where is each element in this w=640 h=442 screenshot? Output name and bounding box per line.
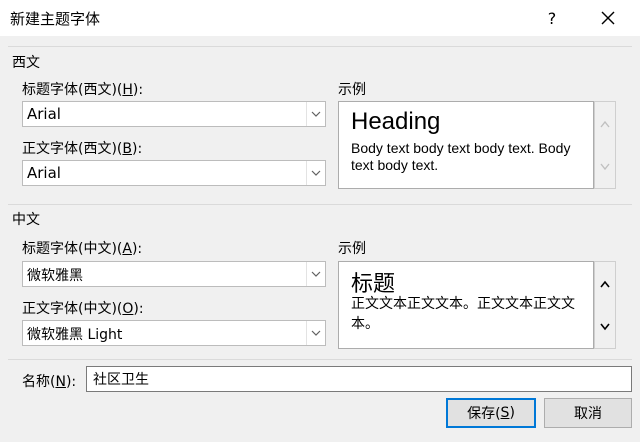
dropdown-button[interactable] xyxy=(306,262,325,286)
label-text: 标题字体(中文)( xyxy=(22,241,123,257)
chevron-down-icon xyxy=(311,111,321,117)
button-label: ) xyxy=(509,405,515,421)
cjk-section-title: 中文 xyxy=(12,212,40,228)
accelerator-key: S xyxy=(500,405,510,421)
select-value: 微软雅黑 Light xyxy=(27,327,123,343)
select-value: Arial xyxy=(27,105,61,123)
button-label: 取消 xyxy=(574,406,602,422)
cancel-button[interactable]: 取消 xyxy=(544,398,632,428)
cjk-heading-font-label: 标题字体(中文)(A): xyxy=(22,238,142,258)
label-text: 正文字体(西文)( xyxy=(22,141,123,157)
close-icon xyxy=(601,11,615,25)
cjk-body-font-select[interactable]: 微软雅黑 Light xyxy=(22,320,326,346)
latin-sample-label: 示例 xyxy=(338,82,366,98)
cjk-heading-font-select[interactable]: 微软雅黑 xyxy=(22,261,326,287)
scroll-down-button[interactable] xyxy=(595,145,615,189)
accelerator-key: N xyxy=(55,374,66,390)
chevron-down-icon xyxy=(600,323,610,331)
section-divider xyxy=(8,204,632,205)
title-bar: 新建主题字体 ? xyxy=(0,0,640,36)
label-text: ): xyxy=(132,141,143,157)
accelerator-key: H xyxy=(122,82,133,98)
cjk-sample-preview: 标题 正文文本正文文本。正文文本正文文本。 xyxy=(338,261,594,349)
section-divider xyxy=(8,46,632,47)
latin-sample-preview: Heading Body text body text body text. B… xyxy=(338,101,594,189)
cjk-sample-label: 示例 xyxy=(338,241,366,257)
dropdown-button[interactable] xyxy=(306,161,325,185)
label-text: ): xyxy=(65,374,77,390)
sample-body-text: Body text body text body text. Body text… xyxy=(351,140,571,173)
label-text: ): xyxy=(133,301,144,317)
select-value: Arial xyxy=(27,164,61,182)
label-text: ): xyxy=(132,82,144,98)
dropdown-button[interactable] xyxy=(306,321,325,345)
chevron-down-icon xyxy=(311,330,321,336)
dropdown-button[interactable] xyxy=(306,102,325,126)
scroll-up-button[interactable] xyxy=(595,102,615,146)
help-button[interactable]: ? xyxy=(532,0,572,36)
latin-body-font-label: 正文字体(西文)(B): xyxy=(22,138,142,158)
scroll-up-button[interactable] xyxy=(595,262,615,306)
latin-body-font-select[interactable]: Arial xyxy=(22,160,326,186)
sample-body-text: 正文文本正文文本。正文文本正文文本。 xyxy=(351,296,575,332)
accelerator-key: A xyxy=(122,241,132,257)
button-label: 保存( xyxy=(467,406,501,422)
cjk-sample-scrollbar[interactable] xyxy=(594,261,616,349)
dialog-title: 新建主题字体 xyxy=(10,10,101,28)
new-theme-fonts-dialog: 新建主题字体 ? 西文 标题字体(西文)(H): Arial 正文字体(西文)(… xyxy=(0,0,640,442)
label-text: ): xyxy=(131,241,143,257)
name-input[interactable] xyxy=(86,366,632,392)
latin-heading-font-label: 标题字体(西文)(H): xyxy=(22,79,143,99)
chevron-down-icon xyxy=(311,271,321,277)
close-button[interactable] xyxy=(584,0,632,36)
latin-sample-scrollbar[interactable] xyxy=(594,101,616,189)
chevron-down-icon xyxy=(311,170,321,176)
save-button[interactable]: 保存(S) xyxy=(446,398,536,428)
name-label: 名称(N): xyxy=(22,371,76,391)
scroll-down-button[interactable] xyxy=(595,305,615,349)
accelerator-key: O xyxy=(122,301,134,317)
cjk-body-font-label: 正文字体(中文)(O): xyxy=(22,298,144,318)
latin-section-title: 西文 xyxy=(12,55,40,71)
accelerator-key: B xyxy=(122,141,132,157)
latin-heading-font-select[interactable]: Arial xyxy=(22,101,326,127)
label-text: 名称( xyxy=(22,374,56,390)
label-text: 标题字体(西文)( xyxy=(22,82,123,98)
label-text: 正文字体(中文)( xyxy=(22,301,123,317)
sample-heading-text: Heading xyxy=(351,108,441,135)
chevron-down-icon xyxy=(600,163,610,171)
help-icon: ? xyxy=(547,8,557,28)
chevron-up-icon xyxy=(600,120,610,128)
select-value: 微软雅黑 xyxy=(27,268,83,284)
chevron-up-icon xyxy=(600,280,610,288)
section-divider xyxy=(8,359,632,360)
